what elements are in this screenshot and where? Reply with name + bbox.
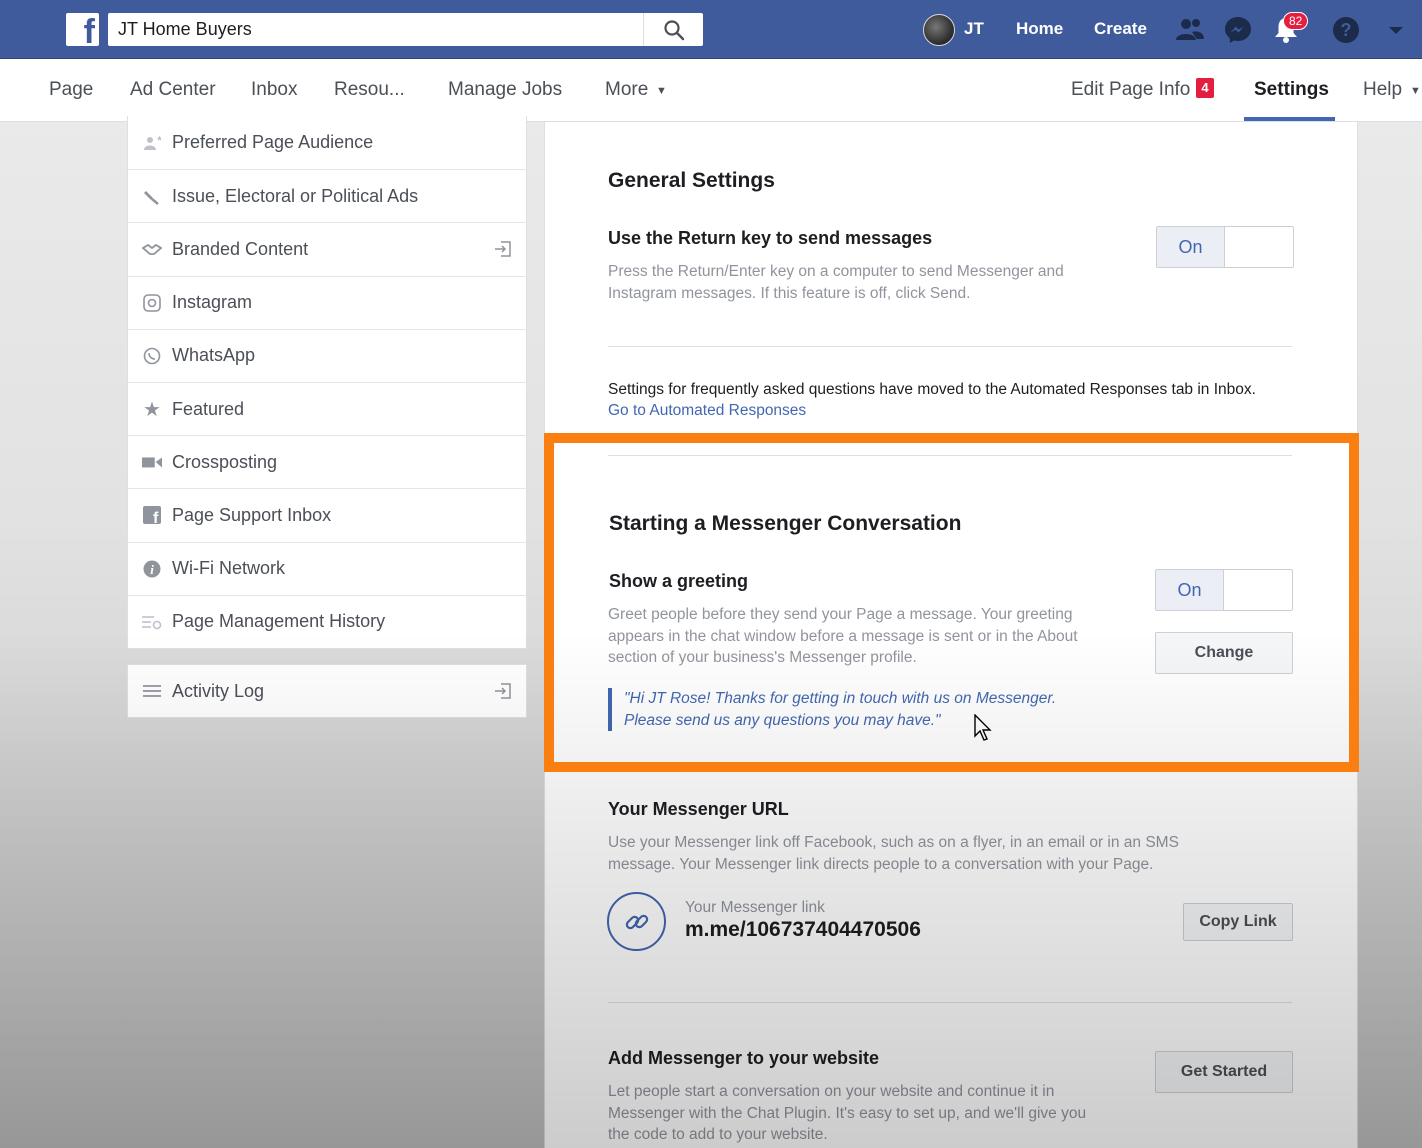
search-input[interactable] — [118, 13, 638, 46]
faq-moved-note: Settings for frequently asked questions … — [608, 381, 1256, 398]
sidebar-item-political-ads[interactable]: Issue, Electoral or Political Ads — [128, 169, 526, 222]
sidebar-item-wifi-network[interactable]: i Wi-Fi Network — [128, 541, 526, 595]
section-divider — [608, 346, 1292, 347]
external-link-icon — [495, 241, 511, 258]
messenger-link-value: m.me/106737404470506 — [685, 918, 921, 941]
nav-tab-ad-center[interactable]: Ad Center — [130, 79, 216, 101]
svg-text:★: ★ — [156, 134, 161, 143]
handshake-icon — [142, 239, 162, 259]
copy-link-button[interactable]: Copy Link — [1183, 903, 1293, 941]
add-messenger-website-heading: Add Messenger to your website — [608, 1048, 880, 1068]
return-key-setting-description: Press the Return/Enter key on a computer… — [608, 263, 1064, 302]
get-started-button[interactable]: Get Started — [1155, 1051, 1293, 1093]
messenger-url-heading: Your Messenger URL — [608, 799, 789, 819]
list-icon — [142, 681, 162, 701]
history-icon — [142, 612, 162, 632]
nav-tab-manage-jobs[interactable]: Manage Jobs — [448, 79, 562, 101]
create-link[interactable]: Create — [1094, 19, 1147, 39]
general-settings-heading: General Settings — [608, 169, 775, 192]
svg-text:?: ? — [1341, 20, 1352, 40]
show-greeting-toggle[interactable]: On — [1155, 569, 1293, 611]
notification-count-badge: 82 — [1283, 12, 1309, 30]
toggle-on-state: On — [1157, 227, 1225, 267]
section-divider — [608, 1002, 1292, 1003]
whatsapp-icon — [142, 346, 162, 366]
nav-tab-page[interactable]: Page — [49, 79, 93, 101]
sidebar-item-instagram[interactable]: Instagram — [128, 275, 526, 329]
nav-tab-more[interactable]: More — [605, 79, 648, 101]
search-icon — [663, 19, 684, 40]
help-icon[interactable]: ? — [1330, 14, 1362, 46]
sidebar-item-whatsapp[interactable]: WhatsApp — [128, 328, 526, 382]
profile-name-link[interactable]: JT — [964, 19, 984, 39]
automated-responses-link[interactable]: Go to Automated Responses — [608, 402, 806, 420]
return-key-setting-title: Use the Return key to send messages — [608, 228, 933, 248]
search-button[interactable] — [643, 13, 703, 46]
link-icon — [607, 892, 666, 951]
info-icon: i — [142, 559, 162, 579]
nav-tab-help[interactable]: Help — [1363, 79, 1402, 101]
show-greeting-description: Greet people before they send your Page … — [608, 606, 1078, 666]
svg-text:f: f — [153, 510, 159, 524]
video-camera-icon — [142, 452, 162, 472]
sidebar-item-featured[interactable]: ★ Featured — [128, 381, 526, 435]
add-messenger-website-description: Let people start a conversation on your … — [608, 1083, 1087, 1143]
settings-sidebar: ★ Preferred Page Audience Issue, Elector… — [127, 116, 527, 649]
sidebar-item-page-management-history[interactable]: Page Management History — [128, 594, 526, 648]
mouse-cursor-icon — [974, 714, 992, 741]
change-greeting-button[interactable]: Change — [1155, 632, 1293, 674]
facebook-logo-icon[interactable]: f — [66, 13, 99, 49]
facebook-square-icon: f — [142, 505, 162, 525]
sidebar-item-page-support-inbox[interactable]: f Page Support Inbox — [128, 488, 526, 541]
profile-avatar[interactable] — [923, 14, 955, 46]
sidebar-item-preferred-page-audience[interactable]: ★ Preferred Page Audience — [128, 116, 526, 169]
messenger-icon[interactable] — [1222, 14, 1254, 46]
svg-text:i: i — [150, 562, 154, 577]
messenger-url-description: Use your Messenger link off Facebook, su… — [608, 834, 1179, 873]
help-caret-icon: ▼ — [1410, 85, 1421, 97]
megaphone-icon — [142, 186, 162, 206]
nav-tab-edit-page-info[interactable]: Edit Page Info — [1071, 79, 1190, 101]
sidebar-item-branded-content[interactable]: Branded Content — [128, 222, 526, 275]
nav-tab-settings[interactable]: Settings — [1254, 79, 1329, 101]
show-greeting-title: Show a greeting — [609, 571, 749, 591]
edit-page-info-badge: 4 — [1196, 78, 1214, 98]
more-caret-icon: ▼ — [656, 85, 667, 97]
messenger-link-caption: Your Messenger link — [685, 899, 825, 916]
sidebar-item-activity-log[interactable]: Activity Log — [127, 664, 527, 718]
friends-icon[interactable] — [1174, 14, 1206, 46]
greeting-preview-quote: "Hi JT Rose! Thanks for getting in touch… — [608, 688, 1088, 731]
star-icon: ★ — [143, 398, 161, 421]
active-tab-indicator — [1244, 117, 1335, 121]
nav-tab-resources[interactable]: Resou... — [334, 79, 405, 101]
sidebar-item-crossposting[interactable]: Crossposting — [128, 435, 526, 488]
nav-tab-inbox[interactable]: Inbox — [251, 79, 297, 101]
section-divider — [608, 455, 1292, 456]
messenger-conversation-heading: Starting a Messenger Conversation — [609, 512, 962, 535]
toggle-on-state: On — [1156, 570, 1224, 610]
home-link[interactable]: Home — [1016, 19, 1063, 39]
external-link-icon — [495, 683, 511, 699]
account-menu-chevron-icon[interactable] — [1380, 14, 1412, 46]
instagram-icon — [142, 293, 162, 313]
search-box — [108, 13, 703, 46]
audience-icon: ★ — [142, 133, 162, 153]
top-navigation-bar: f JT Home Create 82 ? — [0, 0, 1422, 59]
return-key-toggle[interactable]: On — [1156, 226, 1294, 268]
